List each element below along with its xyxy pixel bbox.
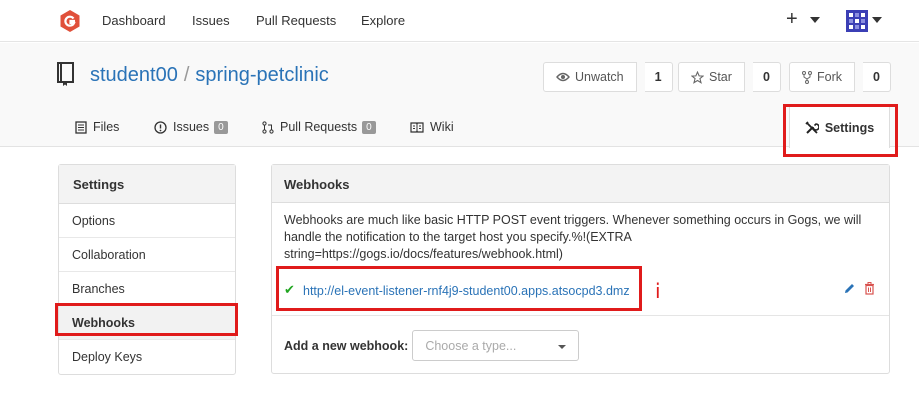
plus-icon[interactable]: +: [786, 8, 798, 31]
nav-issues[interactable]: Issues: [192, 13, 230, 28]
pull-request-icon: [262, 120, 274, 134]
star-count[interactable]: 0: [752, 62, 781, 92]
repo-book-icon: [57, 62, 74, 86]
tab-settings-label: Settings: [824, 120, 875, 135]
tab-wiki-label: Wiki: [430, 120, 454, 134]
avatar-icon[interactable]: [846, 10, 868, 32]
top-navbar: Dashboard Issues Pull Requests Explore +: [0, 0, 919, 42]
tab-pull-requests-label: Pull Requests: [280, 120, 358, 134]
sidebar-item-branches[interactable]: Branches: [59, 272, 235, 306]
unwatch-label: Unwatch: [575, 70, 624, 84]
webhook-row: ✔ http://el-event-listener-rnf4j9-studen…: [272, 271, 889, 316]
unwatch-button[interactable]: Unwatch: [543, 62, 637, 92]
tab-issues-label: Issues: [173, 120, 210, 134]
star-button[interactable]: Star: [678, 62, 745, 92]
fork-group: Fork 0: [789, 62, 891, 92]
tab-settings[interactable]: Settings: [789, 106, 890, 148]
webhooks-description: Webhooks are much like basic HTTP POST e…: [284, 213, 862, 261]
webhook-url-link[interactable]: http://el-event-listener-rnf4j9-student0…: [303, 284, 630, 298]
tab-issues[interactable]: Issues 0: [154, 120, 228, 134]
eye-icon: [556, 72, 570, 82]
tools-icon: [805, 120, 819, 134]
add-webhook-label: Add a new webhook:: [284, 338, 409, 353]
check-icon: ✔: [284, 282, 295, 297]
nav-explore[interactable]: Explore: [361, 13, 405, 28]
fork-icon: [802, 70, 812, 84]
chevron-down-icon[interactable]: [872, 17, 882, 23]
sidebar-item-webhooks[interactable]: Webhooks: [59, 306, 235, 340]
sidebar-item-options[interactable]: Options: [59, 204, 235, 238]
tab-files-label: Files: [93, 120, 120, 134]
issues-count-badge: 0: [214, 120, 228, 134]
star-group: Star 0: [678, 62, 781, 92]
wiki-icon: [410, 122, 424, 133]
repo-separator: /: [183, 64, 190, 86]
sidebar-title: Settings: [59, 165, 235, 204]
tab-wiki[interactable]: Wiki: [410, 120, 454, 134]
settings-sidebar: Settings Options Collaboration Branches …: [58, 164, 236, 375]
fork-label: Fork: [817, 70, 842, 84]
files-icon: [75, 120, 87, 134]
watch-group: Unwatch 1: [543, 62, 673, 92]
issue-icon: [154, 120, 167, 134]
nav-pull-requests[interactable]: Pull Requests: [256, 13, 336, 28]
repo-name-link[interactable]: spring-petclinic: [195, 64, 328, 86]
pulls-count-badge: 0: [362, 120, 376, 134]
webhook-type-select[interactable]: Choose a type...: [412, 330, 580, 361]
gogs-logo-icon[interactable]: [58, 9, 82, 33]
repo-title: student00/spring-petclinic: [90, 64, 329, 87]
chevron-down-icon[interactable]: [810, 17, 820, 23]
sidebar-item-deploy-keys[interactable]: Deploy Keys: [59, 340, 235, 374]
add-webhook-row: Add a new webhook: Choose a type...: [284, 330, 580, 361]
fork-count[interactable]: 0: [863, 62, 891, 92]
star-label: Star: [709, 70, 732, 84]
watch-count[interactable]: 1: [644, 62, 673, 92]
pencil-icon[interactable]: [843, 282, 856, 295]
webhooks-title: Webhooks: [272, 165, 889, 203]
webhook-type-placeholder: Choose a type...: [425, 339, 517, 353]
sidebar-item-collaboration[interactable]: Collaboration: [59, 238, 235, 272]
tab-pull-requests[interactable]: Pull Requests 0: [262, 120, 376, 134]
repo-header: [0, 43, 919, 147]
star-icon: [691, 70, 704, 84]
annotation-mark: i: [655, 279, 661, 303]
nav-dashboard[interactable]: Dashboard: [102, 13, 166, 28]
repo-owner-link[interactable]: student00: [90, 64, 178, 86]
webhooks-panel: Webhooks Webhooks are much like basic HT…: [271, 164, 890, 374]
chevron-down-icon: [558, 345, 567, 349]
fork-button[interactable]: Fork: [789, 62, 855, 92]
tab-files[interactable]: Files: [75, 120, 119, 134]
trash-icon[interactable]: [864, 282, 875, 295]
